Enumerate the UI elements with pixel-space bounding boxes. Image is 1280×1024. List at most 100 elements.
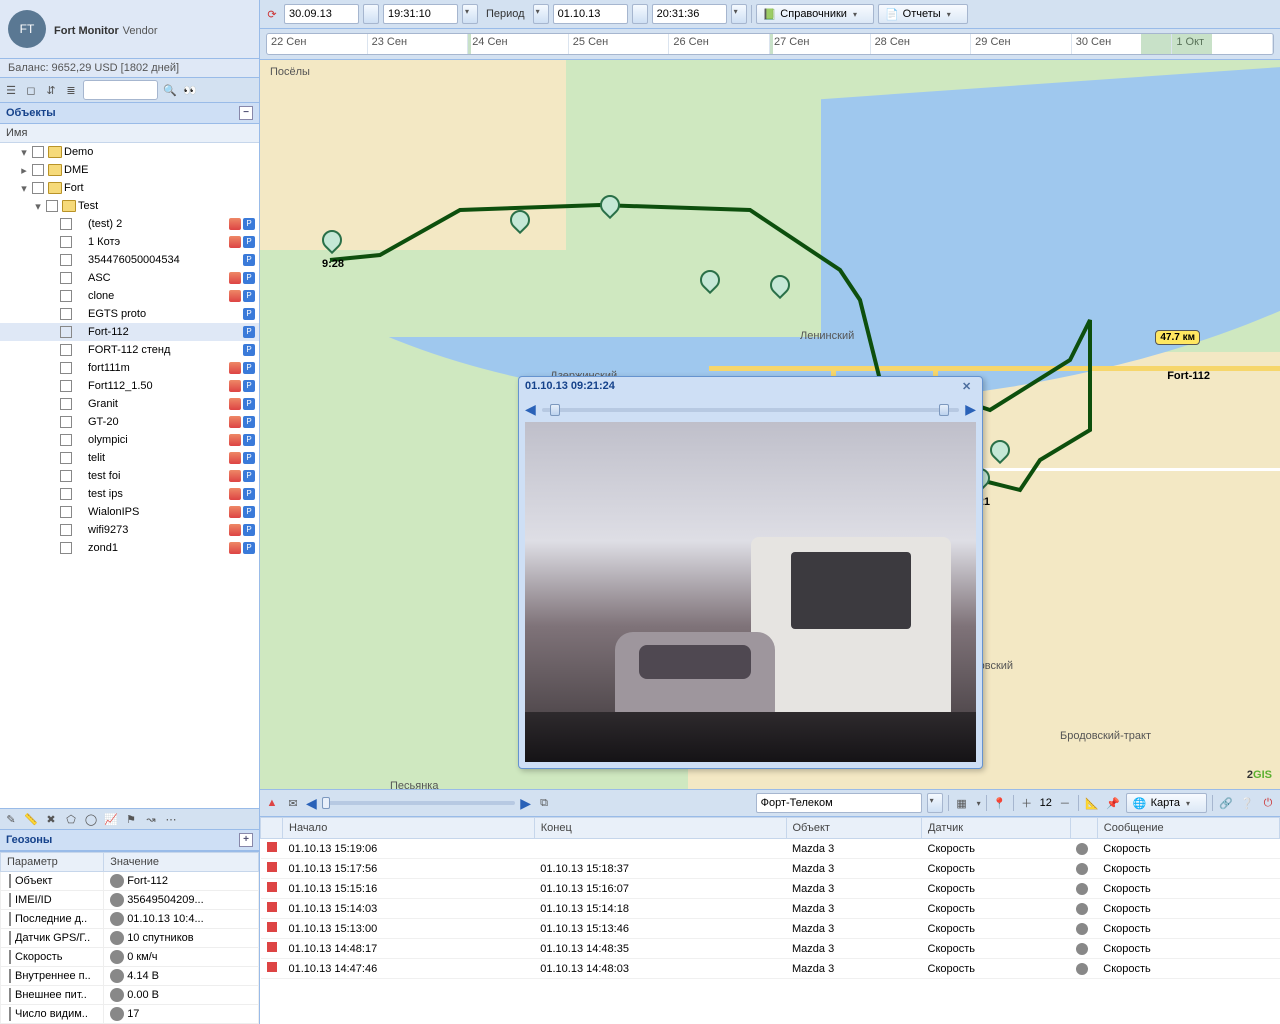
edit-icon[interactable]: ✎ (3, 811, 19, 827)
layers-icon[interactable]: ▦ (954, 795, 970, 811)
checkbox[interactable] (60, 272, 72, 284)
timeline-day[interactable]: 25 Сен (569, 34, 670, 54)
twisty-icon[interactable]: ▸ (18, 164, 30, 177)
tree-row[interactable]: telitP (0, 449, 259, 467)
tree-row[interactable]: WialonIPSP (0, 503, 259, 521)
calendar-to-icon[interactable] (632, 4, 648, 24)
timeline-day[interactable]: 29 Сен (971, 34, 1072, 54)
help-icon[interactable]: ❔ (1239, 795, 1255, 811)
twisty-icon[interactable]: ▾ (32, 200, 44, 213)
time-from-input[interactable] (383, 4, 458, 24)
date-to-input[interactable] (553, 4, 628, 24)
checkbox[interactable] (60, 416, 72, 428)
param-col-key[interactable]: Параметр (1, 853, 104, 872)
tree-expand-icon[interactable]: ☰ (3, 82, 19, 98)
chart-icon[interactable]: 📈 (103, 811, 119, 827)
dots-icon[interactable]: ⋯ (163, 811, 179, 827)
company-select[interactable] (756, 793, 922, 813)
waypoint-marker[interactable] (510, 210, 532, 236)
tree-row[interactable]: wifi9273P (0, 521, 259, 539)
copy-icon[interactable]: ⧉ (536, 795, 552, 811)
tree-row[interactable]: Fort-112P (0, 323, 259, 341)
events-col[interactable]: Сообщение (1097, 818, 1279, 839)
timeline-day[interactable]: 22 Сен (267, 34, 368, 54)
date-from-input[interactable] (284, 4, 359, 24)
checkbox[interactable] (60, 362, 72, 374)
photo-slider[interactable] (542, 408, 959, 412)
checkbox[interactable] (60, 506, 72, 518)
checkbox[interactable] (60, 344, 72, 356)
calendar-from-icon[interactable] (363, 4, 379, 24)
tree-row[interactable]: fort111mP (0, 359, 259, 377)
checkbox[interactable] (60, 326, 72, 338)
tree-row[interactable]: test foiP (0, 467, 259, 485)
checkbox[interactable] (60, 434, 72, 446)
polygon-icon[interactable]: ⬠ (63, 811, 79, 827)
collapse-button[interactable]: − (239, 106, 253, 120)
tree-group-icon[interactable]: ≣ (63, 82, 79, 98)
track-start-marker[interactable] (322, 230, 344, 256)
events-col[interactable]: Конец (534, 818, 786, 839)
tree-row[interactable]: ▸DME (0, 161, 259, 179)
refresh-icon[interactable]: ⟳ (264, 6, 280, 22)
timeline-day[interactable]: 27 Сен (770, 34, 871, 54)
tree-row[interactable]: ▾Fort (0, 179, 259, 197)
search-icon[interactable]: 🔍 (162, 82, 178, 98)
delete-icon[interactable]: ✖ (43, 811, 59, 827)
reports-button[interactable]: 📄 Отчеты (878, 4, 968, 24)
checkbox[interactable] (60, 398, 72, 410)
event-row[interactable]: 01.10.13 15:14:0301.10.13 15:14:18Mazda … (261, 899, 1280, 919)
next-photo-button[interactable]: ▶ (965, 401, 976, 418)
event-row[interactable]: 01.10.13 15:15:1601.10.13 15:16:07Mazda … (261, 879, 1280, 899)
time-from-spinner[interactable] (462, 4, 478, 24)
checkbox[interactable] (32, 146, 44, 158)
waypoint-marker[interactable] (990, 440, 1012, 466)
waypoint-marker[interactable] (600, 195, 622, 221)
tree-row[interactable]: ASCP (0, 269, 259, 287)
company-dropdown-icon[interactable] (927, 793, 943, 813)
tree-row[interactable]: olympiciP (0, 431, 259, 449)
link-icon[interactable]: 🔗 (1218, 795, 1234, 811)
zoom-out-icon[interactable]: － (1057, 795, 1073, 811)
time-to-input[interactable] (652, 4, 727, 24)
layers-dropdown[interactable] (975, 797, 981, 809)
timeline-day[interactable]: 28 Сен (871, 34, 972, 54)
tree-row[interactable]: GranitP (0, 395, 259, 413)
event-row[interactable]: 01.10.13 14:48:1701.10.13 14:48:35Mazda … (261, 939, 1280, 959)
tree-row[interactable]: (test) 2P (0, 215, 259, 233)
checkbox[interactable] (60, 452, 72, 464)
checkbox[interactable] (60, 380, 72, 392)
period-dropdown[interactable] (533, 4, 549, 24)
checkbox[interactable] (60, 236, 72, 248)
timeline-day[interactable]: 23 Сен (368, 34, 469, 54)
tree-row[interactable]: FORT-112 стендP (0, 341, 259, 359)
events-col[interactable]: Датчик (922, 818, 1071, 839)
checkbox[interactable] (60, 470, 72, 482)
events-col[interactable] (1070, 818, 1097, 839)
tree-row[interactable]: GT-20P (0, 413, 259, 431)
checkbox[interactable] (60, 290, 72, 302)
twisty-icon[interactable]: ▾ (18, 182, 30, 195)
pushpin-icon[interactable]: 📌 (1105, 795, 1121, 811)
tree-row[interactable]: zond1P (0, 539, 259, 557)
tree-sort-icon[interactable]: ⇵ (43, 82, 59, 98)
events-col[interactable]: Начало (283, 818, 535, 839)
mail-icon[interactable]: ✉ (285, 795, 301, 811)
alert-icon[interactable]: ▲ (264, 795, 280, 811)
binoculars-icon[interactable]: 👀 (182, 82, 198, 98)
playback-slider[interactable] (322, 801, 516, 805)
tree-row[interactable]: 1 КотэP (0, 233, 259, 251)
event-row[interactable]: 01.10.13 15:17:5601.10.13 15:18:37Mazda … (261, 859, 1280, 879)
waypoint-marker[interactable] (770, 275, 792, 301)
geozones-add-button[interactable]: + (239, 833, 253, 847)
timeline-day[interactable]: 1 Окт (1172, 34, 1273, 54)
tree-node-icon[interactable]: ◻ (23, 82, 39, 98)
route-icon[interactable]: ↝ (143, 811, 159, 827)
tree-row[interactable]: ▾Test (0, 197, 259, 215)
tree-row[interactable]: cloneP (0, 287, 259, 305)
timeline[interactable]: 22 Сен23 Сен24 Сен25 Сен26 Сен27 Сен28 С… (260, 29, 1280, 60)
ruler-icon[interactable]: 📏 (23, 811, 39, 827)
event-row[interactable]: 01.10.13 15:13:0001.10.13 15:13:46Mazda … (261, 919, 1280, 939)
zoom-in-icon[interactable]: ＋ (1019, 795, 1035, 811)
circle-icon[interactable]: ◯ (83, 811, 99, 827)
